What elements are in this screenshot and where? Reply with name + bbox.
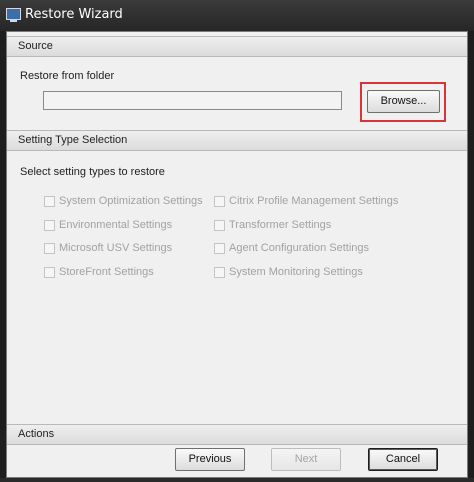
restore-from-folder-label: Restore from folder [20,70,115,82]
setting-type-section-title: Setting Type Selection [18,134,128,146]
wizard-body: Source Restore from folder Browse... Set… [6,31,468,478]
checkbox[interactable] [44,267,55,278]
title-bar: Restore Wizard [0,0,474,31]
checkbox[interactable] [214,196,225,207]
window-bottom-edge [0,478,474,482]
previous-button[interactable]: Previous [175,448,245,471]
source-section-header: Source [7,36,467,57]
select-setting-types-label: Select setting types to restore [20,166,165,178]
checkbox[interactable] [44,220,55,231]
browse-button[interactable]: Browse... [367,90,440,113]
cancel-button[interactable]: Cancel [368,448,438,471]
restore-folder-input[interactable] [43,91,342,110]
checkbox[interactable] [44,196,55,207]
checkbox-label: Microsoft USV Settings [59,242,173,254]
checkbox-label: StoreFront Settings [59,266,154,278]
checkbox-label: Environmental Settings [59,219,173,231]
source-section-title: Source [18,40,53,52]
checkbox-label: System Monitoring Settings [229,266,363,278]
checkbox[interactable] [214,243,225,254]
checkbox-label: System Optimization Settings [59,195,203,207]
checkbox-label: Citrix Profile Management Settings [229,195,399,207]
checkbox[interactable] [214,267,225,278]
setting-type-section-header: Setting Type Selection [7,130,467,151]
checkbox[interactable] [214,220,225,231]
window-title: Restore Wizard [25,7,123,22]
next-button[interactable]: Next [271,448,341,471]
actions-section-header: Actions [7,424,467,445]
actions-section-title: Actions [18,428,55,440]
checkbox-label: Agent Configuration Settings [229,242,370,254]
window-app-icon [6,8,21,22]
checkbox[interactable] [44,243,55,254]
checkbox-label: Transformer Settings [229,219,332,231]
